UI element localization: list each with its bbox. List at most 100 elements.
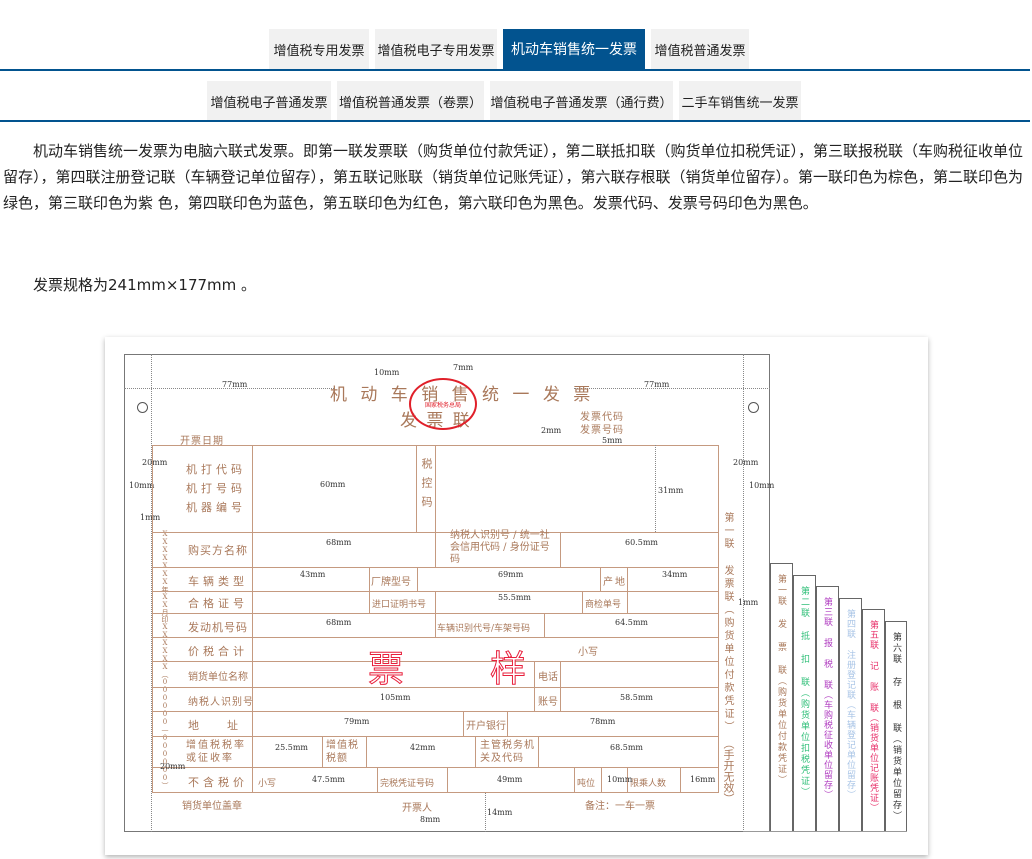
punch-hole-icon <box>137 402 148 413</box>
dim: 8mm <box>420 815 441 824</box>
label-seller: 销货单位名称 <box>188 672 248 683</box>
label-total: 价税合计 <box>188 645 248 658</box>
sample-watermark: 票 <box>367 649 405 691</box>
label-remark: 备注：一车一票 <box>585 801 655 812</box>
label-tax-cert: 完税凭证号码 <box>380 779 435 789</box>
label-lowercase: 小写 <box>578 647 598 658</box>
label-origin: 产地 <box>603 577 627 588</box>
label-machine-code: 机打代码 <box>186 463 246 476</box>
dim: 5mm <box>602 436 623 445</box>
copy-label: 第三联 报 税 联（车购税征收单位留存） <box>822 597 832 800</box>
dim: 68mm <box>326 538 352 547</box>
tab-vat-special[interactable]: 增值税专用发票 <box>269 29 369 69</box>
label-vat-rate: 增值税税率或征收率 <box>186 740 246 764</box>
copy-label: 第五联 记 账 联（销货单位记账凭证） <box>868 620 878 813</box>
void-note: （手开无效） <box>722 738 735 804</box>
copy-stub-6: 第六联 存 根 联（销货单位留存） <box>885 621 907 832</box>
dim: 34mm <box>662 570 688 579</box>
description-text: 机动车销售统一发票为电脑六联式发票。即第一联发票联（购货单位付款凭证），第二联抵… <box>3 142 1024 212</box>
dim: 105mm <box>380 693 411 702</box>
tab-motor-vehicle[interactable]: 机动车销售统一发票 <box>503 29 645 69</box>
label-machine-number: 机打号码 <box>186 482 246 495</box>
seal-text: 国家税务总局 <box>424 402 461 409</box>
copy-stub-5: 第五联 记 账 联（销货单位记账凭证） <box>862 609 885 832</box>
label-inspection: 商检单号 <box>585 600 622 610</box>
side-note: 第一联 发票联（购货单位付款凭证） <box>722 512 733 734</box>
label-buyer: 购买方名称 <box>188 544 248 557</box>
dim: 58.5mm <box>620 693 653 702</box>
label-buyer-id: 纳税人识别号 / 统一社会信用代码 / 身份证号码 <box>450 530 550 565</box>
dim: 25.5mm <box>275 743 308 752</box>
dim: 69mm <box>498 570 524 579</box>
dim: 77mm <box>222 380 248 389</box>
dim: 47.5mm <box>312 775 345 784</box>
tab-vat-e-general[interactable]: 增值税电子普通发票 <box>207 81 331 121</box>
dim: 42mm <box>410 743 436 752</box>
dim: 49mm <box>497 775 523 784</box>
label-import-cert: 进口证明书号 <box>372 600 427 610</box>
copy-stub-4: 第四联 注册登记联（车辆登记单位留存） <box>839 598 862 832</box>
dim: 77mm <box>644 380 670 389</box>
tab-vat-toll[interactable]: 增值税电子普通发票（通行费） <box>490 81 673 121</box>
copy-stub-3: 第三联 报 税 联（车购税征收单位留存） <box>816 586 839 832</box>
dim: 68.5mm <box>610 743 643 752</box>
label-machine-id: 机器编号 <box>186 501 246 514</box>
dim: 14mm <box>487 808 513 817</box>
dim: 60mm <box>320 480 346 489</box>
label-engine: 发动机号码 <box>188 621 248 634</box>
label-address: 地 址 <box>188 719 240 732</box>
dim: 55.5mm <box>498 593 531 602</box>
dim: 64.5mm <box>615 618 648 627</box>
label-seal: 销货单位盖章 <box>182 801 242 812</box>
dim: 31mm <box>658 486 684 495</box>
tab-used-car[interactable]: 二手车销售统一发票 <box>679 81 801 121</box>
label-account: 账号 <box>538 697 558 708</box>
sample-watermark: 样 <box>489 649 527 691</box>
label-net-price: 不含税价 <box>188 776 248 789</box>
copy-label: 第四联 注册登记联（车辆登记单位留存） <box>845 609 855 800</box>
dim: 20mm <box>160 762 186 771</box>
label-bank: 开户银行 <box>466 721 506 732</box>
label-vehicle-type: 车辆类型 <box>188 575 248 588</box>
copy-stub-1: 第一联 发 票 联（购货单位付款凭证） <box>770 563 793 832</box>
label-seller-id: 纳税人识别号 <box>188 697 254 708</box>
dim: 16mm <box>690 775 716 784</box>
label-issuer: 开票人 <box>402 803 432 814</box>
copy-label: 第六联 存 根 联（销货单位留存） <box>891 632 901 822</box>
label-vin: 车辆识别代号/车架号码 <box>437 624 531 634</box>
dim: 2mm <box>541 426 562 435</box>
copy-label: 第二联 抵 扣 联（购货单位扣税凭证） <box>799 586 809 798</box>
tax-bureau-seal: 国家税务总局 <box>409 378 477 430</box>
label-cert: 合格证号 <box>188 597 248 610</box>
dim: 7mm <box>453 363 474 372</box>
invoice-number-label: 发票号码 <box>580 425 624 436</box>
label-seats: 限乘人数 <box>630 779 667 789</box>
dim: 1mm <box>738 598 759 607</box>
dim: 10mm <box>129 481 155 490</box>
dim: 10mm <box>374 368 400 377</box>
dim: 10mm <box>607 775 633 784</box>
tab-divider <box>0 69 1030 71</box>
label-brand: 厂牌型号 <box>371 577 411 588</box>
dim: 60.5mm <box>625 538 658 547</box>
label-tax-office: 主管税务机关及代码 <box>480 740 535 764</box>
dim: 10mm <box>749 481 775 490</box>
tab-vat-roll[interactable]: 增值税普通发票（卷票） <box>337 81 484 121</box>
copy-stub-2: 第二联 抵 扣 联（购货单位扣税凭证） <box>793 575 816 832</box>
dim: 79mm <box>344 717 370 726</box>
dim: 20mm <box>733 458 759 467</box>
dim: 78mm <box>590 717 616 726</box>
label-vat-amount: 增值税税额 <box>326 740 359 764</box>
label-tax-code: 税控码 <box>420 458 433 515</box>
label-phone: 电话 <box>538 672 558 683</box>
tab-divider-2 <box>0 120 1030 122</box>
punch-hole-icon <box>748 402 759 413</box>
label-lowercase-2: 小写 <box>258 779 277 789</box>
dim: 43mm <box>300 570 326 579</box>
tab-vat-general[interactable]: 增值税普通发票 <box>651 29 749 69</box>
label-tonnage: 吨位 <box>577 779 596 789</box>
dim: 68mm <box>326 618 352 627</box>
tab-vat-e-special[interactable]: 增值税电子专用发票 <box>375 29 497 69</box>
copy-label: 第一联 发 票 联（购货单位付款凭证） <box>776 574 786 786</box>
spec-text: 发票规格为241mm×177mm 。 <box>33 276 257 294</box>
